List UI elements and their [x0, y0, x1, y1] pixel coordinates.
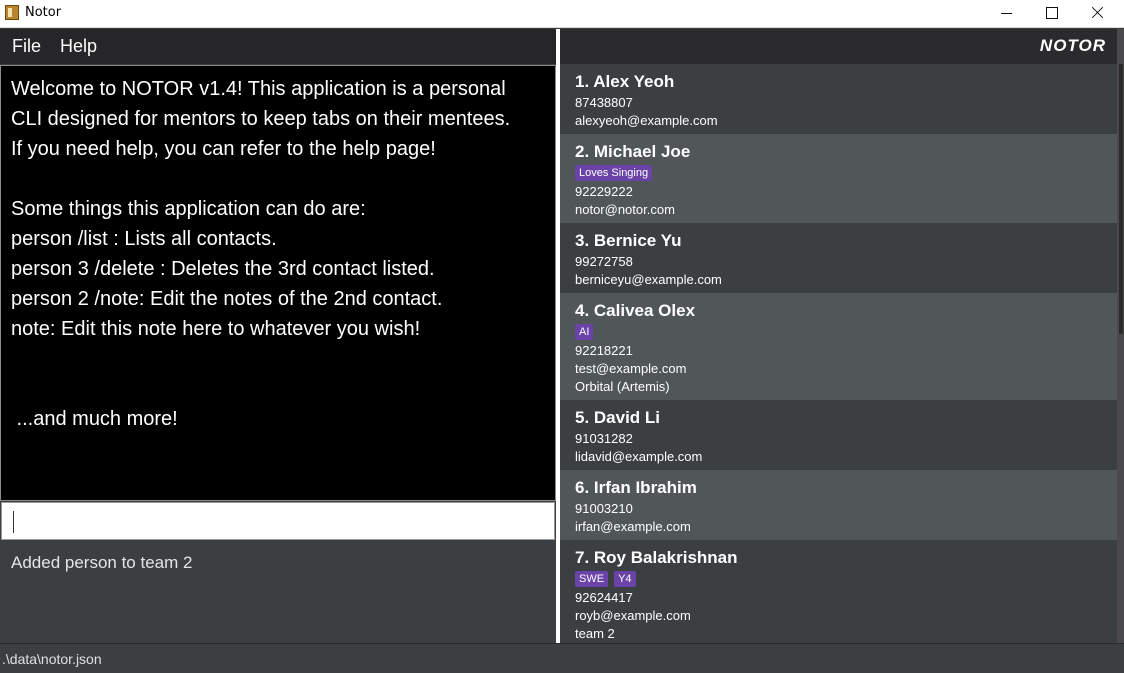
person-card[interactable]: 3. Bernice Yu 99272758 berniceyu@example.c…	[560, 223, 1117, 293]
person-card[interactable]: 4. Calivea Olex AI 92218221 test@example.co…	[560, 293, 1117, 400]
tag-list: SWE Y4	[575, 571, 1117, 589]
person-name: 5. David Li	[575, 408, 661, 427]
person-name: 3. Bernice Yu	[575, 231, 682, 250]
tag-badge: Y4	[614, 571, 636, 587]
brand-logo: NOTOR	[1039, 36, 1106, 55]
person-card[interactable]: 1. Alex Yeoh 87438807 alexyeoh@example.com	[560, 64, 1117, 134]
status-bar: .\data\notor.json	[0, 643, 1124, 673]
brand-bar: NOTOR	[560, 29, 1118, 64]
result-line	[11, 344, 545, 374]
result-line: note: Edit this note here to whatever yo…	[11, 318, 421, 340]
person-detail: irfan@example.com	[575, 519, 691, 534]
tag-badge: SWE	[575, 571, 609, 587]
feedback-display: Added person to team 2	[0, 542, 556, 642]
person-detail: test@example.com	[575, 361, 687, 376]
person-detail: lidavid@example.com	[575, 449, 703, 464]
window-title-bar: Notor	[0, 0, 1124, 28]
menu-bar: File Help	[0, 29, 557, 64]
text-caret	[13, 511, 14, 533]
menu-file[interactable]: File	[12, 36, 41, 57]
result-line: CLI designed for mentors to keep tabs on…	[11, 108, 511, 130]
person-name: 7. Roy Balakrishnan	[575, 548, 738, 567]
person-detail: berniceyu@example.com	[575, 272, 722, 287]
result-display[interactable]: Welcome to NOTOR v1.4! This application …	[0, 65, 556, 501]
maximize-icon[interactable]	[1028, 0, 1074, 28]
person-detail: 99272758	[575, 254, 633, 269]
result-line: If you need help, you can refer to the h…	[11, 138, 436, 160]
person-card[interactable]: 6. Irfan Ibrahim 91003210 irfan@example.co…	[560, 470, 1117, 540]
person-name: 2. Michael Joe	[575, 142, 691, 161]
person-card[interactable]: 5. David Li 91031282 lidavid@example.com	[560, 400, 1117, 470]
person-detail: 92624417	[575, 590, 633, 605]
person-detail: 92229222	[575, 184, 633, 199]
person-card[interactable]: 7. Roy Balakrishnan SWE Y4 92624417 royb@exa…	[560, 540, 1117, 643]
person-name: 1. Alex Yeoh	[575, 72, 675, 91]
result-line: person 2 /note: Edit the notes of the 2n…	[11, 288, 443, 310]
command-input[interactable]	[1, 502, 555, 540]
result-line: Welcome to NOTOR v1.4! This application …	[11, 78, 506, 100]
feedback-text: Added person to team 2	[11, 553, 193, 572]
tag-badge: Loves Singing	[575, 165, 653, 181]
person-detail: 91031282	[575, 431, 633, 446]
person-detail: 87438807	[575, 95, 633, 110]
person-detail: alexyeoh@example.com	[575, 113, 718, 128]
person-detail: 92218221	[575, 343, 633, 358]
result-line	[11, 164, 545, 194]
scrollbar-thumb[interactable]	[1119, 64, 1123, 334]
app-icon	[5, 5, 19, 20]
person-name: 6. Irfan Ibrahim	[575, 478, 697, 497]
menu-help[interactable]: Help	[60, 36, 97, 57]
tag-list: AI	[575, 324, 1117, 342]
person-detail: royb@example.com	[575, 608, 691, 623]
person-detail: Orbital (Artemis)	[575, 379, 670, 394]
person-name: 4. Calivea Olex	[575, 301, 696, 320]
save-location: .\data\notor.json	[2, 651, 102, 667]
person-detail: notor@notor.com	[575, 202, 675, 217]
window-title: Notor	[25, 5, 62, 20]
tag-badge: AI	[575, 324, 594, 340]
result-line: ...and much more!	[11, 408, 178, 430]
result-line: person 3 /delete : Deletes the 3rd conta…	[11, 258, 435, 280]
minimize-icon[interactable]	[983, 0, 1029, 28]
result-line: Some things this application can do are:	[11, 198, 366, 220]
close-icon[interactable]	[1074, 0, 1120, 28]
tag-list: Loves Singing	[575, 165, 1117, 183]
result-line: person /list : Lists all contacts.	[11, 228, 277, 250]
person-detail: team 2	[575, 626, 615, 641]
person-card[interactable]: 2. Michael Joe Loves Singing 92229222 notor…	[560, 134, 1117, 223]
person-list[interactable]: 1. Alex Yeoh 87438807 alexyeoh@example.com…	[560, 64, 1117, 643]
result-line	[11, 374, 545, 404]
person-detail: 91003210	[575, 501, 633, 516]
